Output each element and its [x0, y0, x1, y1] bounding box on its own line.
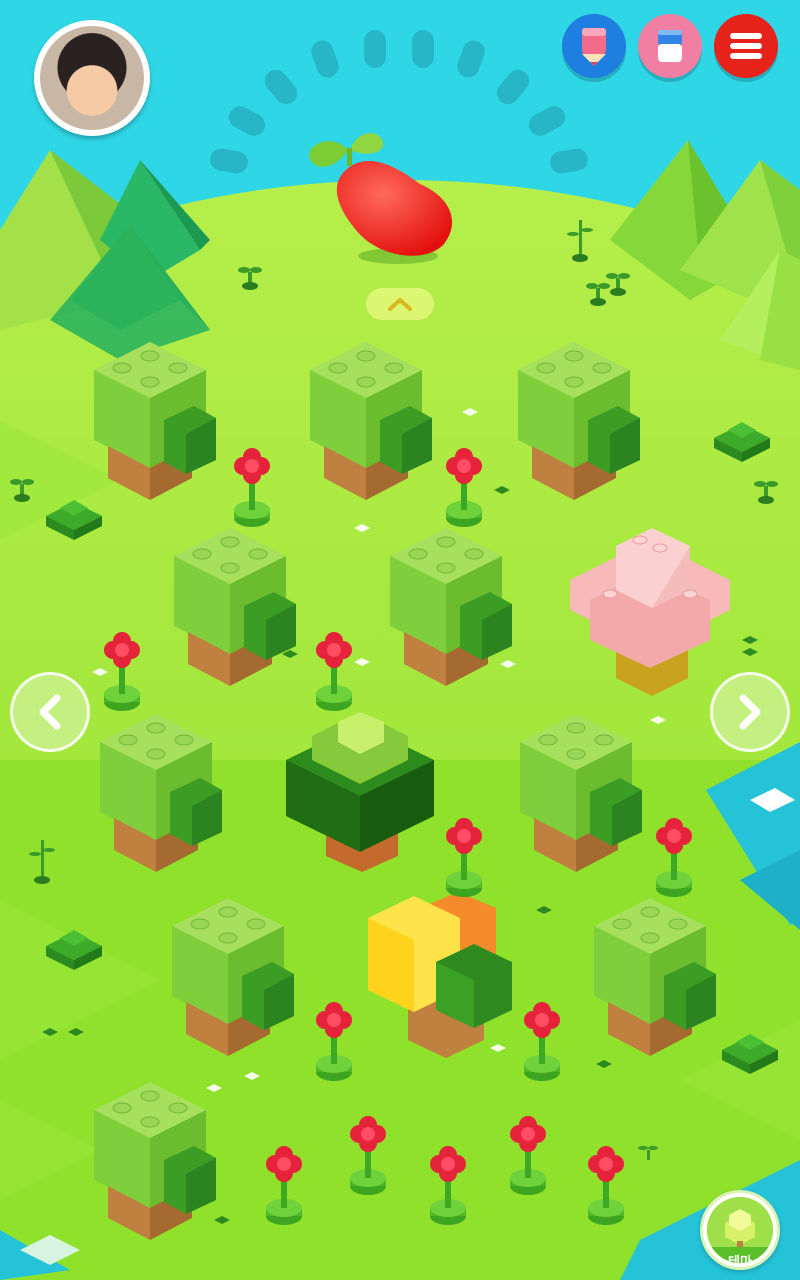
- tree-icon: 테마: [707, 1197, 773, 1263]
- previous-page-button[interactable]: [10, 672, 90, 752]
- eraser-icon: [658, 30, 682, 62]
- menu-button[interactable]: [714, 14, 778, 78]
- avatar-photo: [40, 26, 144, 130]
- garden-scene: [0, 0, 800, 1280]
- player-avatar[interactable]: [34, 20, 150, 136]
- chevron-up-icon: [388, 298, 412, 311]
- chevron-right-icon: [739, 694, 761, 730]
- scroll-up-button[interactable]: [366, 288, 434, 320]
- theme-button[interactable]: 테마: [700, 1190, 780, 1270]
- eraser-button[interactable]: [638, 14, 702, 78]
- menu-icon: [730, 33, 762, 59]
- theme-label: 테마: [728, 1255, 752, 1263]
- pencil-icon: [582, 28, 606, 66]
- next-page-button[interactable]: [710, 672, 790, 752]
- pencil-button[interactable]: [562, 14, 626, 78]
- chevron-left-icon: [39, 694, 61, 730]
